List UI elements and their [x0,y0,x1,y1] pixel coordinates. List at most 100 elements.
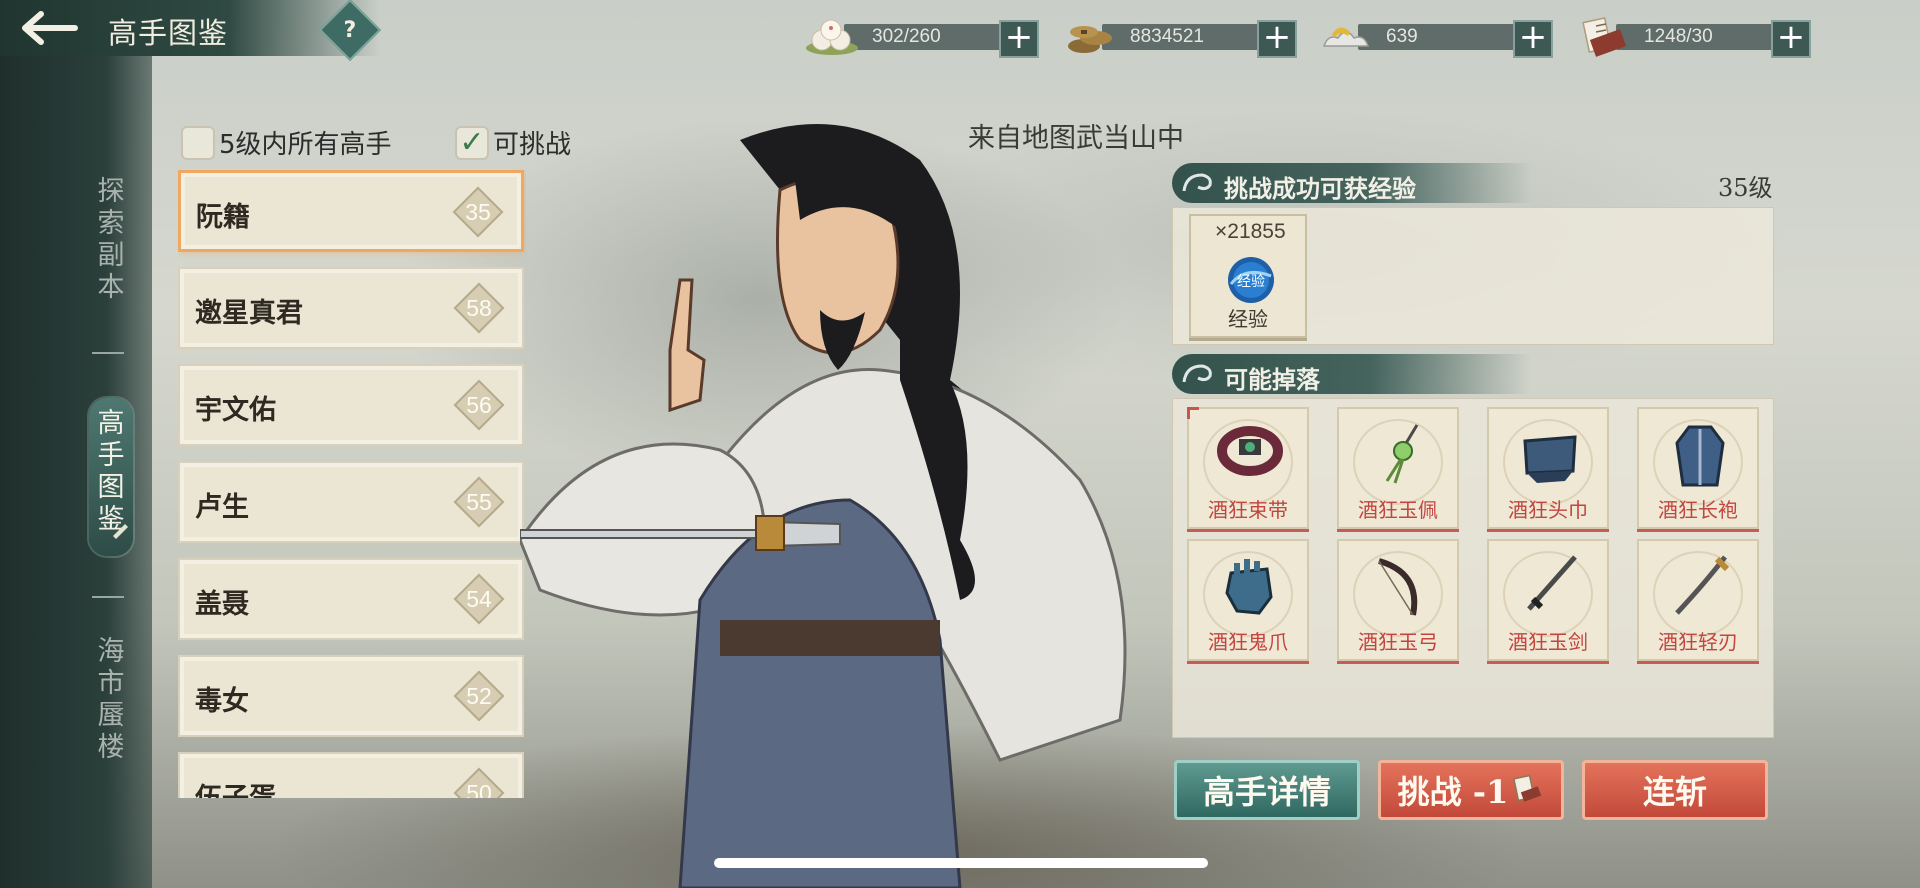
exp-reward-item[interactable]: ×21855 经验 经验 [1189,214,1307,338]
top-header-bar: 高手图鉴 ? [0,0,382,62]
location-text: 来自地图武当山中 [968,123,1184,154]
section-title: 可能掉落 [1224,365,1320,394]
exp-level-text: 35级 [1718,174,1773,202]
drop-item-label: 酒狂束带 [1208,498,1288,522]
steamed-bun-icon [806,19,858,55]
master-portrait [520,124,1127,888]
level-badge: 35 [452,186,504,238]
master-name: 毒女 [195,686,249,717]
scroll-ticket-icon [1582,17,1627,57]
list-item[interactable]: 阮籍 35 [178,170,524,252]
question-mark-icon: ? [343,17,357,43]
cloud-swirl-icon [1182,173,1212,192]
check-icon: ✓ [455,125,489,160]
silver-ingot-icon [1322,27,1370,47]
exp-orb-icon: 经验 [1228,257,1274,303]
drop-item-label: 酒狂玉佩 [1358,498,1438,522]
filter-label: 5级内所有高手 [219,130,392,160]
robe-icon [1675,425,1725,487]
section-header-exp: 挑战成功可获经验 [1172,163,1532,203]
drop-item-label: 酒狂长袍 [1658,498,1738,522]
resource-value: 8834521 [1130,26,1204,47]
list-item[interactable]: 邀星真君 58 [178,267,524,349]
resource-silver: 639 + [1318,20,1553,58]
section-header-drops: 可能掉落 [1172,354,1532,394]
drop-item-label: 酒狂玉弓 [1358,630,1438,654]
master-name: 邀星真君 [195,298,303,329]
blade-icon [1675,555,1730,615]
master-name: 伍子胥 [195,776,276,798]
drop-item-robe[interactable]: 酒狂长袍 [1637,407,1759,529]
drop-item-label: 酒狂头巾 [1508,498,1588,522]
page-title: 高手图鉴 [108,16,229,50]
belt-icon [1217,426,1283,476]
reward-quantity: ×21855 [1215,220,1286,243]
home-indicator[interactable] [714,858,1208,868]
nav-separator [92,596,124,598]
drop-item-claw[interactable]: 酒狂鬼爪 [1187,539,1309,661]
list-item[interactable]: 伍子胥 50 [178,752,524,798]
master-list[interactable]: 阮籍 35 邀星真君 58 宇文佑 56 卢生 55 盖聂 54 毒女 52 伍… [178,170,526,798]
drop-item-bow[interactable]: 酒狂玉弓 [1337,539,1459,661]
coin-pile-icon [1068,26,1112,53]
filter-all-within-5-levels[interactable]: 5级内所有高手 [181,124,392,161]
headscarf-icon [1523,435,1577,483]
help-button[interactable]: ? [318,0,382,62]
drop-item-light-blade[interactable]: 酒狂轻刃 [1637,539,1759,661]
drop-item-label: 酒狂轻刃 [1658,630,1738,654]
resource-bar [1358,24,1518,50]
resource-coins: 8834521 + [1062,20,1297,58]
level-badge: 50 [453,767,505,798]
list-item[interactable]: 宇文佑 56 [178,364,524,446]
level-badge: 55 [453,476,505,528]
exp-orb-text: 经验 [1237,274,1265,290]
exp-reward-panel: ×21855 经验 经验 [1172,207,1774,345]
add-scroll-ticket-button[interactable]: + [1771,20,1811,58]
section-title: 挑战成功可获经验 [1224,174,1416,203]
checkbox-unchecked [181,125,215,160]
list-item[interactable]: 盖聂 54 [178,558,524,640]
add-steamed-bun-button[interactable]: + [999,20,1039,58]
list-item[interactable]: 毒女 52 [178,655,524,737]
scroll-ticket-icon [1513,774,1542,802]
nav-item-label: 高手图鉴 [97,408,125,535]
drop-item-belt[interactable]: 酒狂束带 [1187,407,1309,529]
side-navigation: 探索副本 高手图鉴 海市蜃楼 [0,56,152,888]
master-name: 阮籍 [196,202,250,233]
resource-steamed-bun: 302/260 + [804,19,1039,58]
reward-label: 经验 [1228,307,1268,331]
resource-value: 1248/30 [1644,26,1713,47]
level-badge: 58 [453,282,505,334]
level-badge: 54 [453,573,505,625]
master-name: 盖聂 [195,589,249,620]
level-badge: 52 [453,670,505,722]
nav-item-explore-dungeon[interactable]: 探索副本 [92,176,130,304]
master-detail-button[interactable]: 高手详情 [1174,760,1360,820]
nav-item-master-codex[interactable]: 高手图鉴 [89,398,133,556]
master-name: 卢生 [195,492,249,523]
list-item[interactable]: 卢生 55 [178,461,524,543]
drop-items-panel: 酒狂束带 酒狂玉佩 酒狂头巾 酒狂长袍 酒狂鬼爪 酒狂玉弓 酒狂玉剑 酒狂轻刃 [1172,398,1774,738]
add-silver-button[interactable]: + [1513,20,1553,58]
combo-kill-button[interactable]: 连斩 [1582,760,1768,820]
challenge-button[interactable]: 挑战 -1 [1378,760,1564,820]
level-badge: 56 [453,379,505,431]
drop-item-jade-pendant[interactable]: 酒狂玉佩 [1337,407,1459,529]
nav-item-mirage[interactable]: 海市蜃楼 [92,636,130,764]
resource-value: 302/260 [872,26,941,47]
resource-value: 639 [1386,26,1418,47]
bow-icon [1378,558,1418,616]
drop-item-label: 酒狂鬼爪 [1208,630,1288,654]
nav-separator [92,352,124,354]
challenge-label: 挑战 -1 [1397,773,1509,811]
cloud-swirl-icon [1182,364,1212,383]
claw-glove-icon [1225,559,1273,615]
master-name: 宇文佑 [195,395,276,426]
add-coins-button[interactable]: + [1257,20,1297,58]
sword-icon [1527,555,1577,611]
drop-item-headscarf[interactable]: 酒狂头巾 [1487,407,1609,529]
drop-item-jade-sword[interactable]: 酒狂玉剑 [1487,539,1609,661]
back-button[interactable] [12,6,82,50]
back-arrow-icon [22,11,78,45]
jade-pendant-icon [1385,424,1419,484]
